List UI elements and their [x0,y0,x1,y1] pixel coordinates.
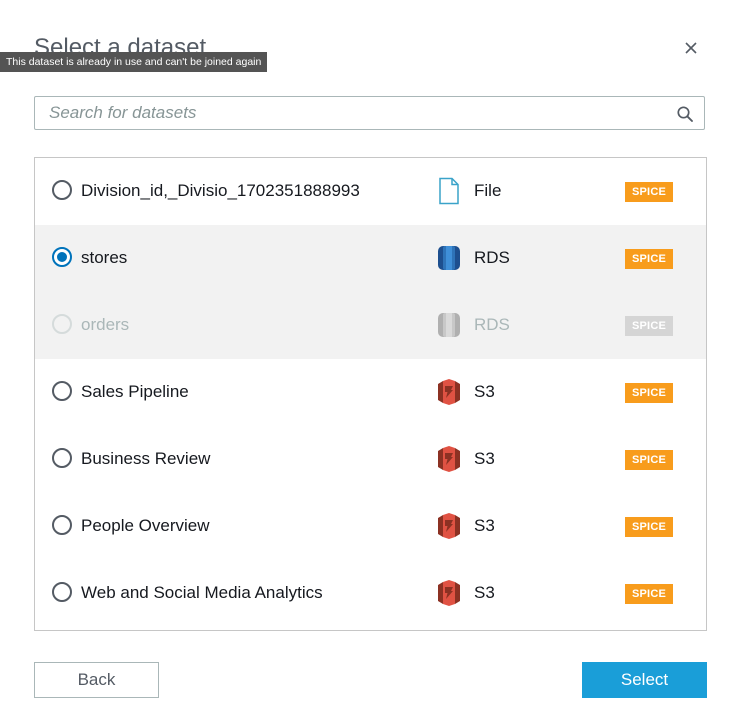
s3-bucket-icon [437,445,461,473]
search-box [34,96,705,130]
dataset-row: orders RDS SPICE [35,292,706,359]
dataset-name: orders [81,315,130,334]
dataset-source-label: S3 [474,382,495,401]
close-icon[interactable] [681,38,701,58]
dataset-source-label: S3 [474,516,495,535]
spice-badge: SPICE [625,182,673,202]
dataset-source-label: S3 [474,449,495,468]
dataset-name: stores [81,248,128,267]
dataset-name: Sales Pipeline [81,382,189,401]
dataset-radio-button[interactable] [52,180,72,200]
spice-badge: SPICE [625,450,673,470]
dataset-radio-button[interactable] [52,247,72,267]
dataset-name: Business Review [81,449,211,468]
dataset-row[interactable]: People Overview S3 SPICE [35,493,706,560]
dataset-row[interactable]: stores RDS SPICE [35,225,706,292]
dataset-name: Division_id,_Divisio_1702351888993 [81,181,360,200]
dataset-list: Division_id,_Divisio_1702351888993 File SP… [34,157,707,631]
dataset-row[interactable]: Web and Social Media Analytics S3 SPICE [35,560,706,627]
dataset-source-label: S3 [474,583,495,602]
spice-badge: SPICE [625,584,673,604]
back-button[interactable]: Back [34,662,159,698]
search-input[interactable] [35,97,665,129]
search-icon[interactable] [676,105,694,123]
dataset-radio-button[interactable] [52,448,72,468]
dataset-source-label: RDS [474,315,510,334]
rds-database-icon [437,311,461,339]
disabled-dataset-tooltip: This dataset is already in use and can't… [0,52,268,72]
s3-bucket-icon [437,378,461,406]
s3-bucket-icon [437,579,461,607]
dataset-row[interactable]: Division_id,_Divisio_1702351888993 File SP… [35,158,706,225]
dataset-row[interactable]: Sales Pipeline S3 SPICE [35,359,706,426]
dataset-radio-button[interactable] [52,582,72,602]
select-button[interactable]: Select [582,662,707,698]
spice-badge: SPICE [625,316,673,336]
spice-badge: SPICE [625,249,673,269]
spice-badge: SPICE [625,517,673,537]
dataset-name: Web and Social Media Analytics [81,583,323,602]
select-dataset-dialog: Select a dataset This dataset is already… [0,0,743,728]
file-icon [437,177,461,205]
dataset-name: People Overview [81,516,210,535]
spice-badge: SPICE [625,383,673,403]
dataset-row[interactable]: Business Review S3 SPICE [35,426,706,493]
dataset-radio-button[interactable] [52,515,72,535]
dataset-radio-button [52,314,72,334]
s3-bucket-icon [437,512,461,540]
dataset-source-label: File [474,181,502,200]
rds-database-icon [437,244,461,272]
dataset-source-label: RDS [474,248,510,267]
dataset-radio-button[interactable] [52,381,72,401]
